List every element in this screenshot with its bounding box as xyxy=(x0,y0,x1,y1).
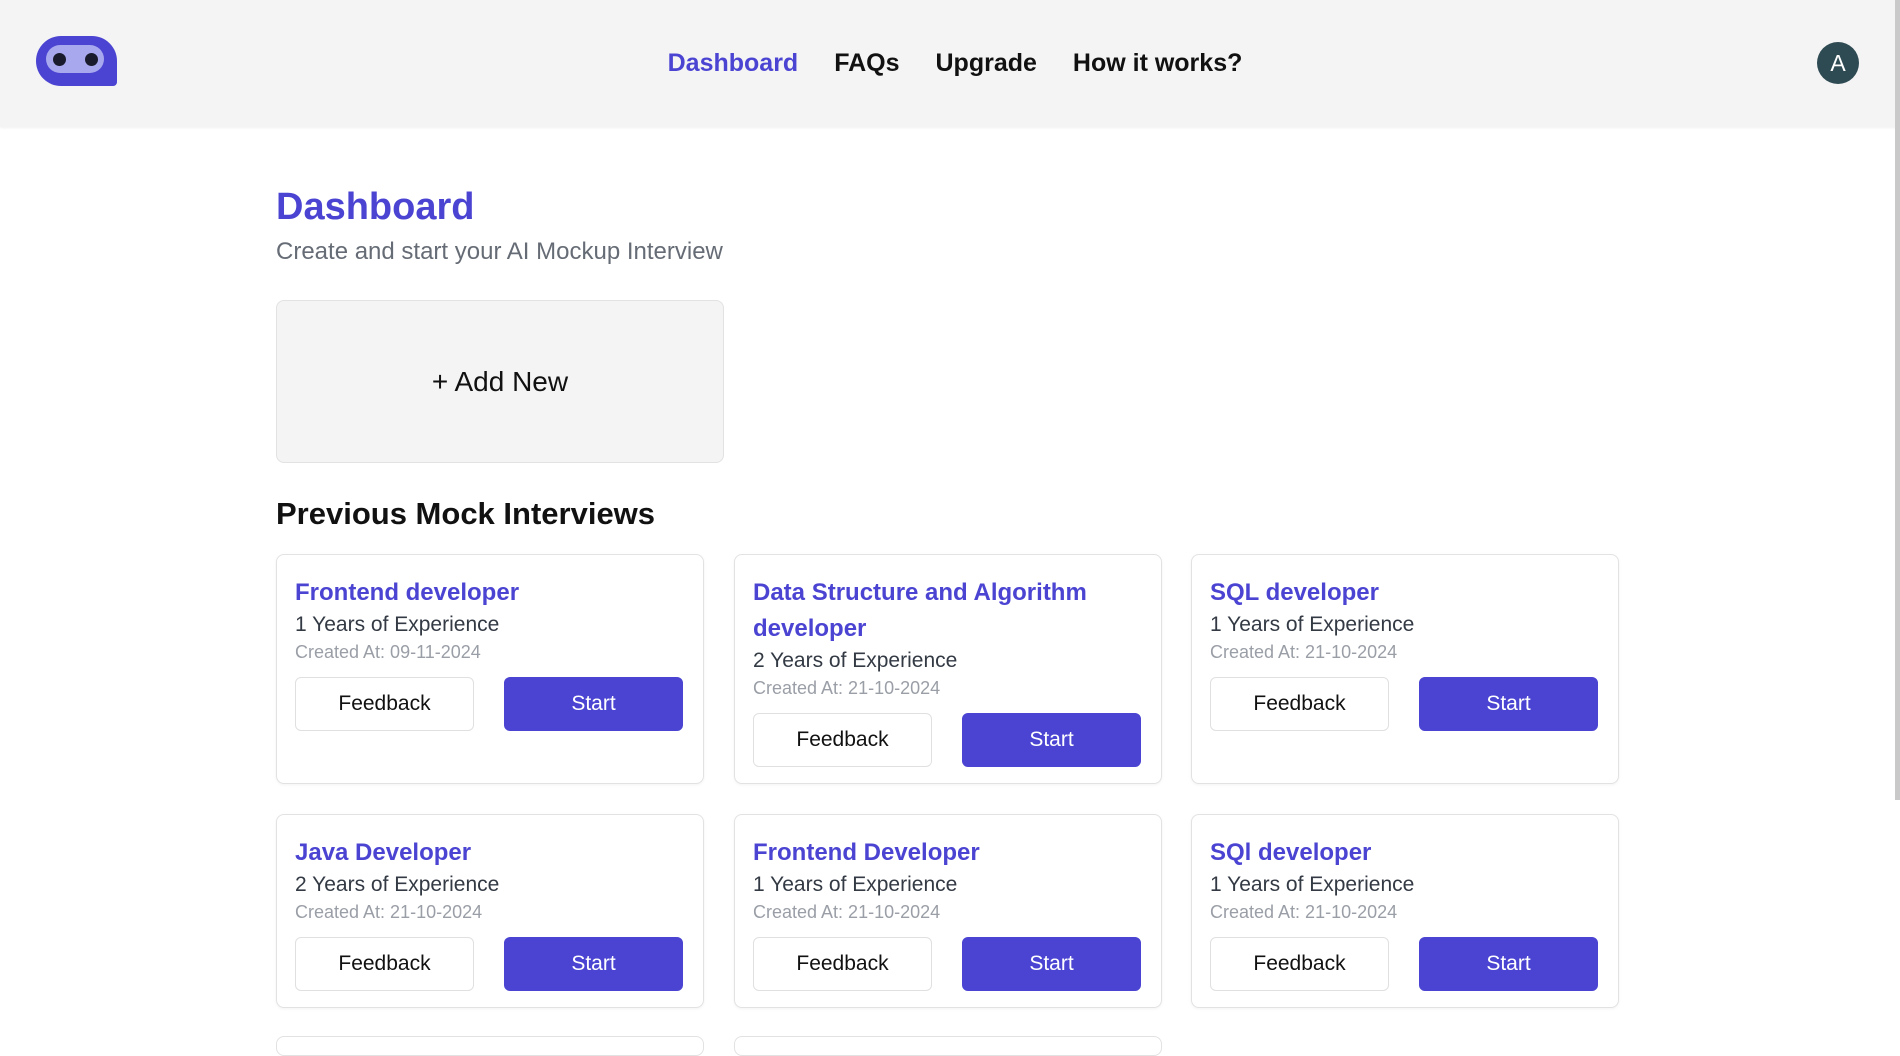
interview-title: Java Developer xyxy=(295,839,472,866)
interview-created-date: Created At: 21-10-2024 xyxy=(1210,902,1398,922)
feedback-button[interactable]: Feedback xyxy=(1210,937,1389,991)
start-button[interactable]: Start xyxy=(962,713,1141,767)
interview-title: Data Structure and Algorithm developer xyxy=(753,579,1087,642)
previous-interviews-heading: Previous Mock Interviews xyxy=(276,496,656,531)
interview-card: Data Structure and Algorithm developer 2… xyxy=(734,554,1162,784)
interview-created-date: Created At: 09-11-2024 xyxy=(295,642,481,662)
interview-card: Frontend Developer 1 Years of Experience… xyxy=(734,814,1162,1008)
interview-card-partial xyxy=(276,1036,704,1056)
card-actions: Feedback Start xyxy=(295,937,685,991)
feedback-button[interactable]: Feedback xyxy=(753,713,932,767)
start-button[interactable]: Start xyxy=(1419,677,1598,731)
user-avatar[interactable]: A xyxy=(1817,42,1859,84)
interview-card: SQl developer 1 Years of Experience Crea… xyxy=(1191,814,1619,1008)
feedback-button[interactable]: Feedback xyxy=(1210,677,1389,731)
card-actions: Feedback Start xyxy=(753,713,1143,767)
feedback-button[interactable]: Feedback xyxy=(295,677,474,731)
start-button[interactable]: Start xyxy=(962,937,1141,991)
nav-faqs[interactable]: FAQs xyxy=(834,49,899,78)
interview-created-date: Created At: 21-10-2024 xyxy=(295,902,483,922)
interview-title: SQL developer xyxy=(1210,579,1379,606)
interview-experience: 1 Years of Experience xyxy=(1210,613,1415,636)
interview-experience: 1 Years of Experience xyxy=(295,613,500,636)
nav-dashboard[interactable]: Dashboard xyxy=(668,49,799,78)
page-title: Dashboard xyxy=(276,186,475,228)
nav-how-it-works[interactable]: How it works? xyxy=(1073,49,1242,78)
interview-title: Frontend developer xyxy=(295,579,520,606)
feedback-button[interactable]: Feedback xyxy=(295,937,474,991)
card-actions: Feedback Start xyxy=(1210,937,1600,991)
page-scrollbar[interactable] xyxy=(1895,0,1900,800)
interview-title: Frontend Developer xyxy=(753,839,980,866)
main-nav: Dashboard FAQs Upgrade How it works? xyxy=(0,0,1900,127)
start-button[interactable]: Start xyxy=(504,937,683,991)
interview-card-partial xyxy=(734,1036,1162,1056)
feedback-button[interactable]: Feedback xyxy=(753,937,932,991)
top-navbar: Dashboard FAQs Upgrade How it works? A xyxy=(0,0,1900,127)
interview-card: Java Developer 2 Years of Experience Cre… xyxy=(276,814,704,1008)
interview-card: SQL developer 1 Years of Experience Crea… xyxy=(1191,554,1619,784)
card-actions: Feedback Start xyxy=(753,937,1143,991)
interview-experience: 1 Years of Experience xyxy=(1210,873,1415,896)
start-button[interactable]: Start xyxy=(1419,937,1598,991)
interview-experience: 2 Years of Experience xyxy=(753,649,958,672)
interview-title: SQl developer xyxy=(1210,839,1372,866)
card-actions: Feedback Start xyxy=(295,677,685,731)
card-actions: Feedback Start xyxy=(1210,677,1600,731)
interview-card: Frontend developer 1 Years of Experience… xyxy=(276,554,704,784)
start-button[interactable]: Start xyxy=(504,677,683,731)
interview-created-date: Created At: 21-10-2024 xyxy=(1210,642,1398,662)
interview-experience: 1 Years of Experience xyxy=(753,873,958,896)
interview-experience: 2 Years of Experience xyxy=(295,873,500,896)
page-subtitle: Create and start your AI Mockup Intervie… xyxy=(276,238,723,265)
add-new-interview-button[interactable]: + Add New xyxy=(276,300,724,463)
interview-created-date: Created At: 21-10-2024 xyxy=(753,678,941,698)
nav-upgrade[interactable]: Upgrade xyxy=(936,49,1037,78)
interview-created-date: Created At: 21-10-2024 xyxy=(753,902,941,922)
